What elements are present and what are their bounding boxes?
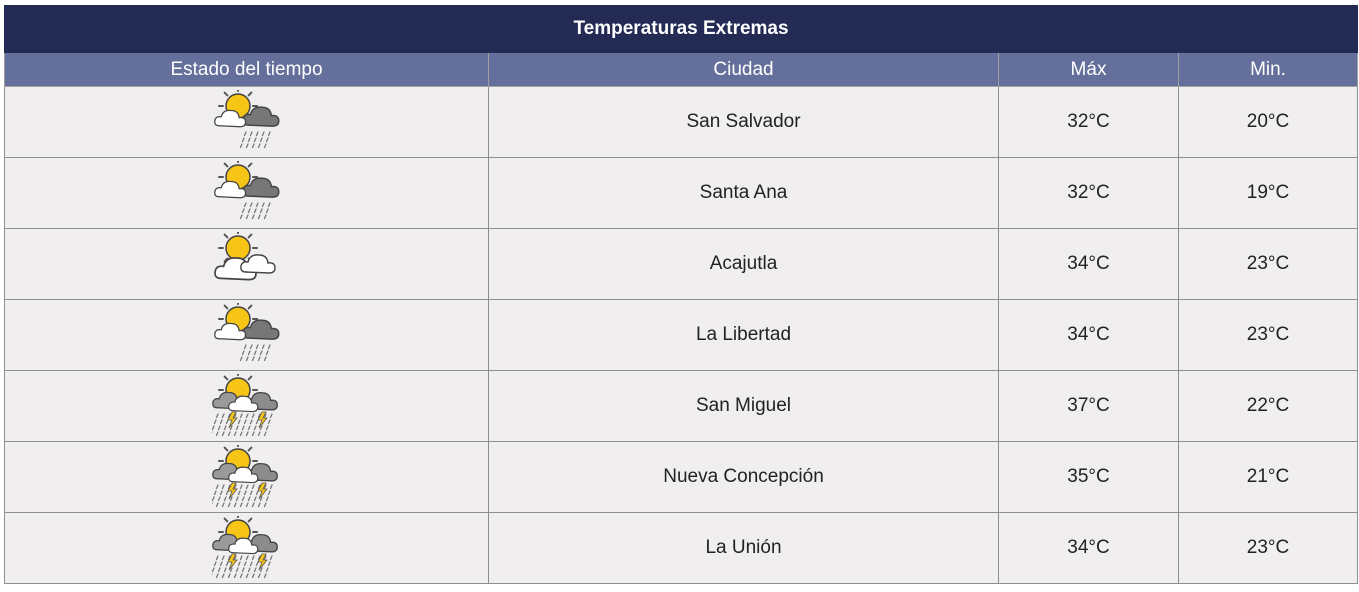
extreme-temperatures-table: Temperaturas Extremas Estado del tiempo … bbox=[3, 5, 1359, 584]
thunderstorm-icon bbox=[211, 374, 282, 438]
table-row: San Miguel 37°C 22°C bbox=[4, 370, 1359, 442]
header-weather: Estado del tiempo bbox=[4, 52, 489, 87]
partly-cloudy-rain-icon bbox=[212, 161, 282, 225]
table-header-row: Estado del tiempo Ciudad Máx Min. bbox=[4, 52, 1359, 87]
min-temp-cell: 23°C bbox=[1177, 228, 1359, 300]
partly-cloudy-icon bbox=[212, 232, 282, 296]
table-row: Acajutla 34°C 23°C bbox=[4, 228, 1359, 300]
table-row: La Unión 34°C 23°C bbox=[4, 512, 1359, 584]
table-row: La Libertad 34°C 23°C bbox=[4, 299, 1359, 371]
max-temp-cell: 35°C bbox=[998, 441, 1179, 513]
min-temp-cell: 20°C bbox=[1177, 86, 1359, 158]
weather-cell bbox=[4, 228, 489, 300]
weather-cell bbox=[4, 299, 489, 371]
city-cell: Nueva Concepción bbox=[488, 441, 999, 513]
table-row: Santa Ana 32°C 19°C bbox=[4, 157, 1359, 229]
min-temp-cell: 23°C bbox=[1177, 299, 1359, 371]
min-temp-cell: 22°C bbox=[1177, 370, 1359, 442]
max-temp-cell: 34°C bbox=[998, 228, 1179, 300]
header-min: Min. bbox=[1177, 52, 1359, 87]
city-cell: Santa Ana bbox=[488, 157, 999, 229]
min-temp-cell: 23°C bbox=[1177, 512, 1359, 584]
city-cell: San Salvador bbox=[488, 86, 999, 158]
max-temp-cell: 34°C bbox=[998, 299, 1179, 371]
city-cell: La Libertad bbox=[488, 299, 999, 371]
min-temp-cell: 21°C bbox=[1177, 441, 1359, 513]
table-row: Nueva Concepción 35°C 21°C bbox=[4, 441, 1359, 513]
max-temp-cell: 34°C bbox=[998, 512, 1179, 584]
min-temp-cell: 19°C bbox=[1177, 157, 1359, 229]
city-cell: Acajutla bbox=[488, 228, 999, 300]
temperature-table-container: Temperaturas Extremas Estado del tiempo … bbox=[3, 5, 1359, 584]
thunderstorm-icon bbox=[211, 445, 282, 509]
thunderstorm-icon bbox=[211, 516, 282, 580]
header-city: Ciudad bbox=[488, 52, 999, 87]
max-temp-cell: 32°C bbox=[998, 157, 1179, 229]
max-temp-cell: 32°C bbox=[998, 86, 1179, 158]
table-body: San Salvador 32°C 20°C Santa Ana 32°C 19… bbox=[4, 86, 1359, 584]
table-row: San Salvador 32°C 20°C bbox=[4, 86, 1359, 158]
partly-cloudy-rain-icon bbox=[212, 90, 282, 154]
table-title: Temperaturas Extremas bbox=[3, 5, 1359, 53]
weather-cell bbox=[4, 370, 489, 442]
table-title-row: Temperaturas Extremas bbox=[3, 5, 1359, 53]
city-cell: La Unión bbox=[488, 512, 999, 584]
weather-cell bbox=[4, 441, 489, 513]
header-max: Máx bbox=[998, 52, 1179, 87]
city-cell: San Miguel bbox=[488, 370, 999, 442]
weather-cell bbox=[4, 86, 489, 158]
weather-cell bbox=[4, 512, 489, 584]
partly-cloudy-rain-icon bbox=[212, 303, 282, 367]
weather-cell bbox=[4, 157, 489, 229]
max-temp-cell: 37°C bbox=[998, 370, 1179, 442]
